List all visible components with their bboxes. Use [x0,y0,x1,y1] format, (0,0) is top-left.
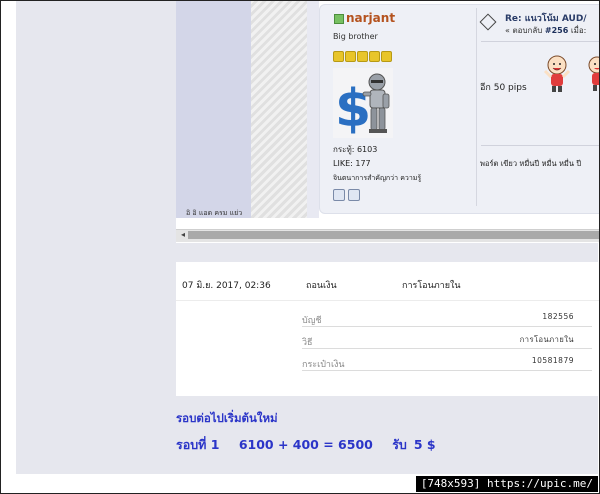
detail-value: 10581879 [531,356,574,365]
star-icon [345,51,356,62]
scrollbar-thumb[interactable] [188,231,600,239]
online-status-icon [334,14,344,24]
like-count: LIKE: 177 [333,159,371,168]
star-icon [357,51,368,62]
round-label: รอบที่ 1 [176,437,220,452]
detail-value: การโอนภายใน [519,335,574,344]
user-stats: กระทู้: 6103 LIKE: 177 จินตนาการสำคัญกว่… [333,143,421,185]
post-footer-divider [481,145,600,146]
detail-label: บัญชี [302,316,322,326]
topic-title[interactable]: Re: แนวโน้ม AUD/ [505,11,587,25]
image-size-badge[interactable]: [748x593] https://upic.me/ [415,476,598,492]
emoticon-icon [543,55,571,92]
detail-label: กระเป๋าเงิน [302,360,345,370]
forum-left-column [176,0,251,218]
transaction-operation: ถอนเงิน [306,281,337,291]
star-icon [333,51,344,62]
reply-prefix: « ตอบกลับ [505,26,543,35]
post-count: กระทู้: 6103 [333,145,378,154]
user-avatar[interactable]: $ [333,68,393,138]
screenshot-page: อิ อิ แอด ครม แย่ว narjant Big brother $… [0,0,600,494]
detail-method: วิธี การโอนภายใน [302,332,592,349]
forum-gutter [307,0,319,218]
star-icon [381,51,392,62]
user-rank: Big brother [333,32,378,41]
reply-info: « ตอบกลับ #256 เมื่อ: [505,24,586,37]
detail-label: วิธี [302,338,313,348]
emoticon-icon [588,56,600,91]
dollar-sign-icon: $ [335,79,371,138]
post-divider [476,8,477,206]
profile-actions [333,186,363,205]
footer-bar: [748x593] https://upic.me/ [0,474,600,494]
post-body-text: อีก 50 pips [480,83,527,93]
forum-texture-column [251,0,307,218]
star-icon [369,51,380,62]
transaction-date: 07 มิ.ย. 2017, 02:36 [182,281,271,291]
detail-wallet: กระเป๋าเงิน 10581879 [302,354,592,371]
message-icon[interactable] [348,189,360,201]
reward-value: 5 $ [413,437,436,452]
round-calculation: 6100 + 400 = 6500 [238,437,373,452]
post-footer-text: พอร์ต เขียว หมื่นปี หมื่น หมื่น ปี [480,159,582,168]
detail-value: 182556 [542,312,574,321]
post-header-divider [481,41,600,42]
transaction-statement: 07 มิ.ย. 2017, 02:36 ถอนเงิน การโอนภายใน… [176,262,600,396]
reward-label: รับ [392,437,407,452]
detail-account: บัญชี 182556 [302,310,592,327]
post-username[interactable]: narjant [346,11,395,25]
round-summary: รอบที่ 1 6100 + 400 = 6500 รับ 5 $ [176,435,451,455]
rank-stars [333,47,393,66]
reply-number[interactable]: #256 [545,26,568,35]
next-round-text: รอบต่อไปเริ่มต้นใหม่ [176,411,278,425]
forum-post-screenshot: อิ อิ แอด ครม แย่ว narjant Big brother $… [176,0,600,243]
profile-icon[interactable] [333,189,345,201]
user-signature: จินตนาการสำคัญกว่า ความรู้ [333,174,422,182]
statement-divider [176,300,600,301]
transaction-type: การโอนภายใน [402,281,461,291]
forum-sidebar-text: อิ อิ แอด ครม แย่ว [186,209,243,217]
reply-suffix: เมื่อ: [570,26,587,35]
